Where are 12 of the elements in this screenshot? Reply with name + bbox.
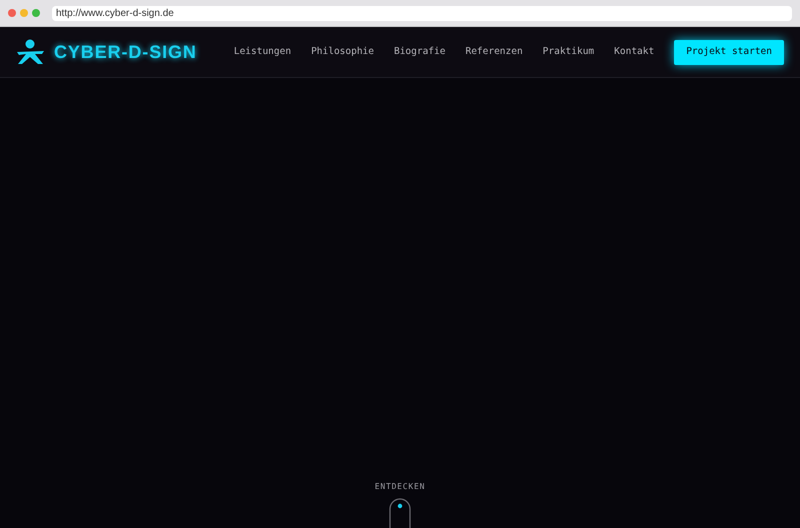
nav-link[interactable]: Praktikum: [542, 44, 594, 60]
nav-link[interactable]: Philosophie: [311, 44, 374, 60]
nav-link[interactable]: Referenzen: [465, 44, 523, 60]
nav-link[interactable]: Leistungen: [234, 44, 292, 60]
site-logo[interactable]: CYBER-D-SIGN: [54, 38, 197, 66]
address-bar[interactable]: http://www.cyber-d-sign.de: [52, 6, 792, 20]
nav-link[interactable]: Kontakt: [614, 44, 654, 60]
scroll-hint: ENTDECKEN: [374, 481, 426, 493]
nav-link[interactable]: Biografie: [394, 44, 446, 60]
start-project-button[interactable]: Projekt starten: [674, 40, 784, 64]
mouse-icon[interactable]: [389, 498, 411, 528]
figure-logo-icon: [16, 39, 46, 65]
